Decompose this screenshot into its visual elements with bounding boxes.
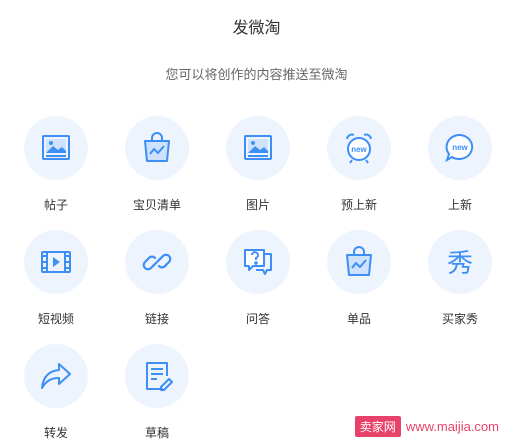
post-type-link[interactable]: 链接: [112, 230, 202, 335]
xiu-character-text: 秀: [447, 249, 473, 279]
grid-row: 短视频 链接 问答 单品 秀 买家秀: [0, 230, 513, 340]
post-type-label: 单品: [346, 312, 371, 326]
new-badge-text: new: [351, 145, 367, 154]
post-type-qa[interactable]: 问答: [213, 230, 303, 335]
draft-edit-icon: [146, 362, 173, 391]
image-icon: [244, 135, 272, 160]
post-type-label: 问答: [245, 312, 270, 326]
watermark: 卖家网 www.maijia.com: [354, 415, 499, 437]
share-arrow-icon: [41, 363, 71, 389]
post-type-label: 宝贝清单: [132, 198, 181, 212]
post-type-label: 草稿: [144, 426, 169, 440]
question-bubble-icon: [244, 249, 272, 275]
post-type-forward[interactable]: 转发: [11, 344, 101, 447]
post-type-label: 上新: [447, 198, 472, 212]
post-type-pre-new[interactable]: new 预上新: [314, 116, 404, 221]
film-icon: [41, 251, 71, 273]
grid-row: 帖子 宝贝清单 图片 new 预上新 new 上新: [0, 116, 513, 226]
post-type-label: 链接: [144, 312, 169, 326]
chat-bubble-new-icon: new: [445, 133, 474, 163]
post-type-tiezi[interactable]: 帖子: [11, 116, 101, 221]
post-type-baobei-list[interactable]: 宝贝清单: [112, 116, 202, 221]
link-icon: [142, 253, 172, 271]
page-title: 发微淘: [232, 18, 281, 37]
post-type-label: 短视频: [37, 312, 74, 326]
post-type-short-video[interactable]: 短视频: [11, 230, 101, 335]
new-badge-text: new: [452, 143, 468, 152]
image-icon: [42, 135, 70, 160]
post-type-label: 预上新: [340, 198, 377, 212]
xiu-character-icon: 秀: [447, 249, 473, 279]
post-type-picture[interactable]: 图片: [213, 116, 303, 221]
shopping-bag-chart-icon: [144, 132, 170, 162]
post-type-label: 帖子: [43, 198, 68, 212]
page-subtitle: 您可以将创作的内容推送至微淘: [165, 68, 348, 83]
post-type-draft[interactable]: 草稿: [112, 344, 202, 447]
post-type-label: 转发: [43, 426, 68, 440]
post-type-buyer-show[interactable]: 秀 买家秀: [415, 230, 505, 335]
post-type-single-item[interactable]: 单品: [314, 230, 404, 335]
post-type-label: 图片: [245, 198, 270, 212]
shopping-bag-chart-icon: [346, 246, 372, 276]
alarm-clock-new-icon: new: [346, 133, 372, 164]
watermark-url: www.maijia.com: [405, 418, 499, 434]
post-type-label: 买家秀: [441, 312, 478, 326]
watermark-badge: 卖家网: [354, 415, 401, 437]
post-type-new[interactable]: new 上新: [415, 116, 505, 221]
